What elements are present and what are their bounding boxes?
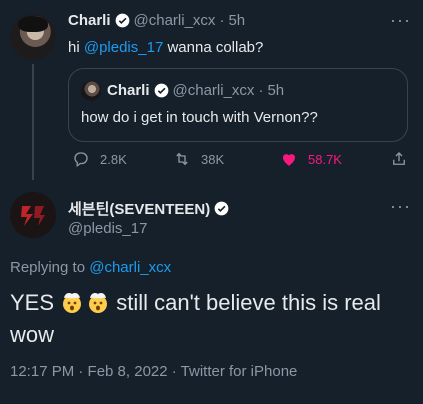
- tweet-text-c: wow: [10, 322, 55, 347]
- author-handle[interactable]: @pledis_17: [68, 220, 147, 237]
- separator-dot: ·: [258, 82, 264, 99]
- parent-tweet-header: Charli @charli_xcx · 5h: [68, 12, 245, 29]
- quote-tweet-card[interactable]: Charli @charli_xcx · 5h how do i get in …: [68, 68, 408, 142]
- like-button[interactable]: 58.7K: [280, 150, 342, 168]
- reply-button[interactable]: 2.8K: [72, 150, 127, 168]
- seventeen-avatar[interactable]: [10, 192, 56, 238]
- quote-header: Charli @charli_xcx · 5h: [107, 82, 284, 99]
- quote-author-name: Charli: [107, 82, 150, 99]
- quote-text: how do i get in touch with Vernon??: [81, 109, 318, 126]
- verified-icon: [154, 83, 169, 98]
- tweet-text-a: YES: [10, 290, 61, 315]
- tweet-text: YES still can't believe this is real wow: [10, 287, 410, 351]
- thread-line: [32, 64, 34, 180]
- tweet-text-suffix: wanna collab?: [163, 39, 264, 56]
- retweet-count: 38K: [201, 151, 225, 167]
- share-icon: [393, 152, 405, 165]
- quote-author-handle: @charli_xcx: [172, 82, 255, 99]
- verified-icon: [214, 201, 229, 216]
- more-options-icon[interactable]: ···: [390, 10, 411, 31]
- reply-count: 2.8K: [100, 151, 127, 167]
- tweet-time[interactable]: 5h: [228, 12, 245, 29]
- avatar[interactable]: [10, 14, 56, 60]
- verified-icon: [115, 13, 130, 28]
- replying-to: Replying to @charli_xcx: [10, 259, 171, 276]
- more-options-icon[interactable]: ···: [390, 196, 411, 217]
- share-button[interactable]: [390, 150, 408, 168]
- main-tweet-header: 세븐틴(SEVENTEEN): [68, 198, 229, 219]
- replying-to-label: Replying to: [10, 259, 90, 276]
- author-handle[interactable]: @charli_xcx: [134, 12, 216, 29]
- like-count: 58.7K: [308, 151, 342, 167]
- quote-time: 5h: [267, 82, 285, 99]
- tweet-text-prefix: hi: [68, 39, 84, 56]
- seventeen-logo-icon: [10, 192, 56, 238]
- replying-to-link[interactable]: @charli_xcx: [89, 259, 171, 276]
- separator-dot: ·: [219, 12, 225, 29]
- retweet-icon: [176, 152, 188, 166]
- tweet-meta[interactable]: 12:17 PM · Feb 8, 2022 · Twitter for iPh…: [10, 363, 297, 380]
- exploding-head-emoji-icon: [63, 293, 82, 313]
- quote-avatar: [81, 81, 101, 101]
- tweet-text: hi @pledis_17 wanna collab?: [68, 39, 263, 56]
- author-name[interactable]: 세븐틴(SEVENTEEN): [68, 198, 210, 219]
- exploding-head-emoji-icon: [89, 293, 108, 313]
- mention-link[interactable]: @pledis_17: [84, 39, 163, 56]
- heart-icon: [283, 154, 295, 166]
- reply-icon: [74, 152, 88, 168]
- author-name[interactable]: Charli: [68, 12, 111, 29]
- tweet-text-b: still can't believe this is real: [110, 290, 381, 315]
- retweet-button[interactable]: 38K: [173, 150, 224, 168]
